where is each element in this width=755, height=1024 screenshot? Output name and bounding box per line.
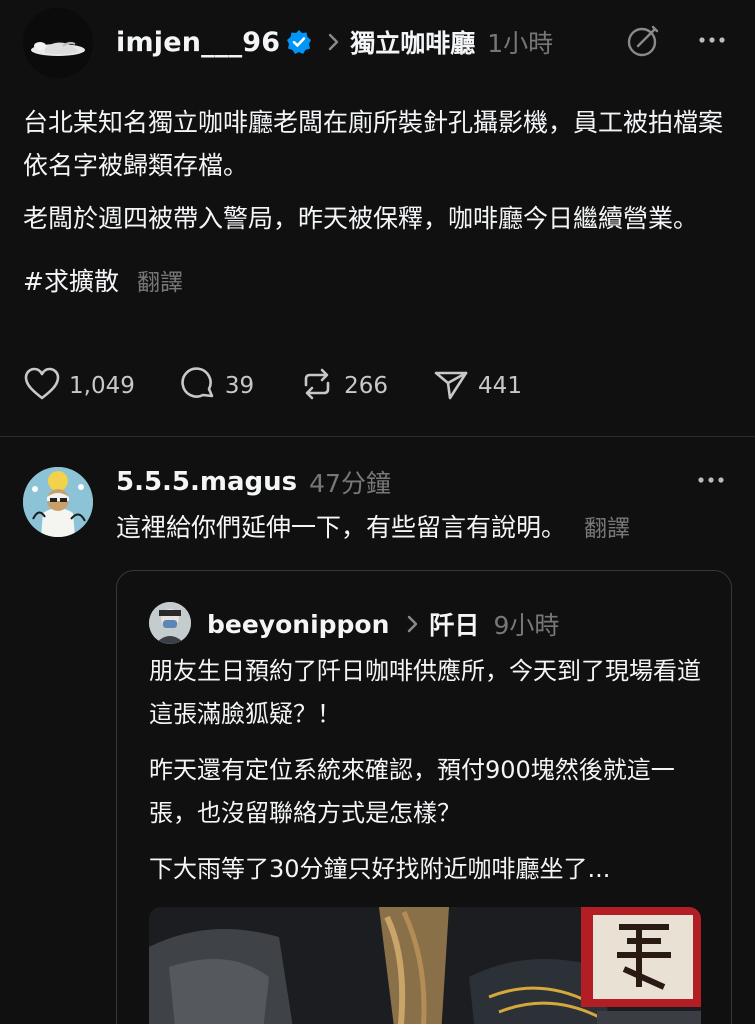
post-header: imjen___96 獨立咖啡廳 1小時 [116,22,553,62]
like-button[interactable]: 1,049 [23,366,135,406]
repost-count: 266 [344,373,389,399]
hashtag-link[interactable]: #求擴散 [23,262,119,298]
reply-text: 這裡給你們延伸一下，有些留言有說明。 [116,513,567,542]
reply-username[interactable]: 5.5.5.magus [116,467,297,497]
quoted-photo[interactable] [149,907,701,1024]
avatar-image [23,8,93,78]
like-count: 1,049 [69,373,135,399]
share-button[interactable]: 441 [432,365,522,407]
threads-page: imjen___96 獨立咖啡廳 1小時 台北某知名獨立咖啡廳老闆在廁所裝針孔攝… [0,0,755,1024]
heart-icon [23,366,61,406]
repost-icon [298,365,336,407]
quoted-paragraph: 下大雨等了30分鐘只好找附近咖啡廳坐了... [149,855,611,883]
translate-link[interactable]: 翻譯 [137,263,183,297]
reply-text-row: 這裡給你們延伸一下，有些留言有說明。 翻譯 [116,506,736,551]
photo-image [149,907,701,1024]
topic-tag[interactable]: 獨立咖啡廳 [350,24,475,60]
comment-count: 39 [224,373,255,399]
avatar[interactable] [23,8,93,78]
main-post: imjen___96 獨立咖啡廳 1小時 台北某知名獨立咖啡廳老闆在廁所裝針孔攝… [0,0,755,437]
quoted-post[interactable]: beeyonippon 阡日 9小時 朋友生日預約了阡日咖啡供應所，今天到了現場… [116,570,732,1024]
divider [0,436,755,437]
quoted-username[interactable]: beeyonippon [207,610,389,639]
post-body: 台北某知名獨立咖啡廳老闆在廁所裝針孔攝影機，員工被拍檔案依名字被歸類存檔。 老闆… [23,101,733,298]
more-icon[interactable] [696,30,728,50]
more-icon[interactable] [695,470,727,494]
avatar[interactable] [23,467,93,537]
avatar[interactable] [149,602,191,644]
verified-badge-icon [286,29,312,55]
avatar-image [149,602,191,644]
quoted-body: 朋友生日預約了阡日咖啡供應所，今天到了現場看道這張滿臉狐疑？！ 昨天還有定位系統… [149,650,709,904]
quoted-paragraph: 朋友生日預約了阡日咖啡供應所，今天到了現場看道這張滿臉狐疑？！ [149,657,701,728]
chevron-right-icon [405,614,419,634]
post-time: 1小時 [487,29,554,58]
quoted-topic-tag[interactable]: 阡日 [429,606,479,642]
share-count: 441 [478,373,522,399]
avatar-image [23,467,93,537]
repost-button[interactable]: 266 [298,365,388,407]
translate-link[interactable]: 翻譯 [584,516,630,542]
chevron-right-icon [326,32,340,52]
compose-icon[interactable] [626,24,660,58]
post-paragraph: 台北某知名獨立咖啡廳老闆在廁所裝針孔攝影機，員工被拍檔案依名字被歸類存檔。 [23,108,724,180]
post-paragraph: 老闆於週四被帶入警局，昨天被保釋，咖啡廳今日繼續營業。 [23,204,699,233]
comment-icon [179,365,217,407]
username[interactable]: imjen___96 [116,27,280,58]
post-actions: 1,049 39 266 441 [23,365,566,407]
quoted-time: 9小時 [493,611,560,640]
reply-header: 5.5.5.magus 47分鐘 [116,462,391,502]
comment-button[interactable]: 39 [179,365,254,407]
quoted-paragraph: 昨天還有定位系統來確認，預付900塊然後就這一張，也沒留聯絡方式是怎樣？ [149,756,675,827]
share-icon [432,365,470,407]
reply-time: 47分鐘 [309,469,391,498]
quoted-header: beeyonippon 阡日 9小時 [207,604,559,644]
